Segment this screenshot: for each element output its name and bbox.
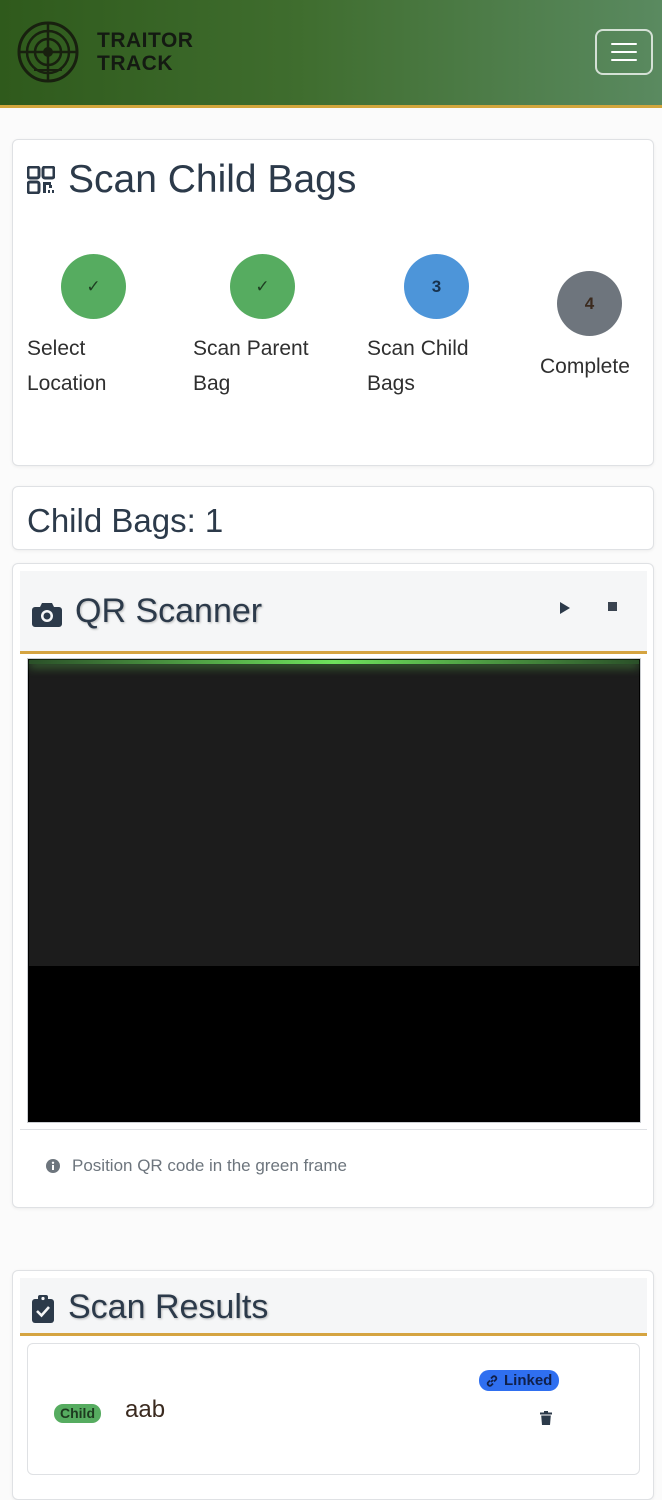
hamburger-icon-bar xyxy=(611,51,637,53)
step-2-label-line-1: Scan Parent xyxy=(193,337,309,360)
results-title: Scan Results xyxy=(68,1288,269,1326)
step-1-done-marker: ✓ xyxy=(61,254,126,319)
step-2-done-marker: ✓ xyxy=(230,254,295,319)
brand[interactable]: TRAITOR TRACK xyxy=(16,20,193,84)
stop-icon[interactable] xyxy=(608,602,617,611)
brand-line-1: TRAITOR xyxy=(97,29,194,52)
brand-name: TRAITOR TRACK xyxy=(97,29,193,75)
camera-viewport[interactable] xyxy=(27,658,641,1123)
step-4-label: Complete xyxy=(540,355,630,378)
page-title: Scan Child Bags xyxy=(27,158,356,202)
qrcode-icon xyxy=(27,166,55,194)
step-2-label-line-2: Bag xyxy=(193,372,231,395)
child-count-card: Child Bags: 1 xyxy=(12,486,654,550)
linked-status-badge: Linked xyxy=(479,1370,560,1391)
step-1-label: Select Location xyxy=(27,331,106,401)
scan-line xyxy=(29,660,639,664)
result-list-item: Child aab Linked xyxy=(27,1343,640,1475)
page-title-text: Scan Child Bags xyxy=(68,158,357,201)
bag-code: aab xyxy=(125,1396,166,1423)
step-4-pending-marker: 4 xyxy=(557,271,622,336)
info-circle-icon xyxy=(46,1159,60,1173)
brand-line-2: TRACK xyxy=(97,52,173,75)
crosshair-logo-icon xyxy=(17,21,79,83)
camera-icon xyxy=(32,603,62,627)
step-2-label: Scan Parent Bag xyxy=(193,331,309,401)
step-1-label-line-2: Location xyxy=(27,372,107,395)
camera-feed xyxy=(29,660,639,966)
hamburger-icon-bar xyxy=(611,59,637,61)
linked-status-text: Linked xyxy=(504,1372,553,1389)
hamburger-icon xyxy=(611,43,637,45)
results-header: Scan Results xyxy=(20,1278,647,1336)
child-bags-count: Child Bags: 1 xyxy=(27,502,224,539)
progress-card: Scan Child Bags ✓ Select Location ✓ Scan… xyxy=(12,139,654,466)
qr-scanner-card: QR Scanner Position QR code in the green… xyxy=(12,563,654,1208)
scanner-title: QR Scanner xyxy=(75,592,263,630)
scanner-header: QR Scanner xyxy=(20,571,647,654)
menu-toggle-button[interactable] xyxy=(595,29,653,75)
step-3-active-marker: 3 xyxy=(404,254,469,319)
scanner-hint: Position QR code in the green frame xyxy=(46,1156,347,1176)
clipboard-check-icon xyxy=(32,1295,54,1323)
scanner-hint-text: Position QR code in the green frame xyxy=(72,1156,347,1175)
step-3-label-line-1: Scan Child xyxy=(367,337,469,360)
step-3-label: Scan Child Bags xyxy=(367,331,469,401)
bag-type-badge: Child xyxy=(54,1404,101,1423)
top-navbar: TRAITOR TRACK xyxy=(0,0,662,108)
scan-results-card: Scan Results Child aab Linked xyxy=(12,1270,654,1500)
step-3-label-line-2: Bags xyxy=(367,372,415,395)
trash-icon[interactable] xyxy=(540,1411,552,1425)
divider xyxy=(20,1129,647,1130)
link-icon xyxy=(486,1374,498,1387)
step-1-label-line-1: Select xyxy=(27,337,86,360)
play-icon[interactable] xyxy=(558,601,572,615)
